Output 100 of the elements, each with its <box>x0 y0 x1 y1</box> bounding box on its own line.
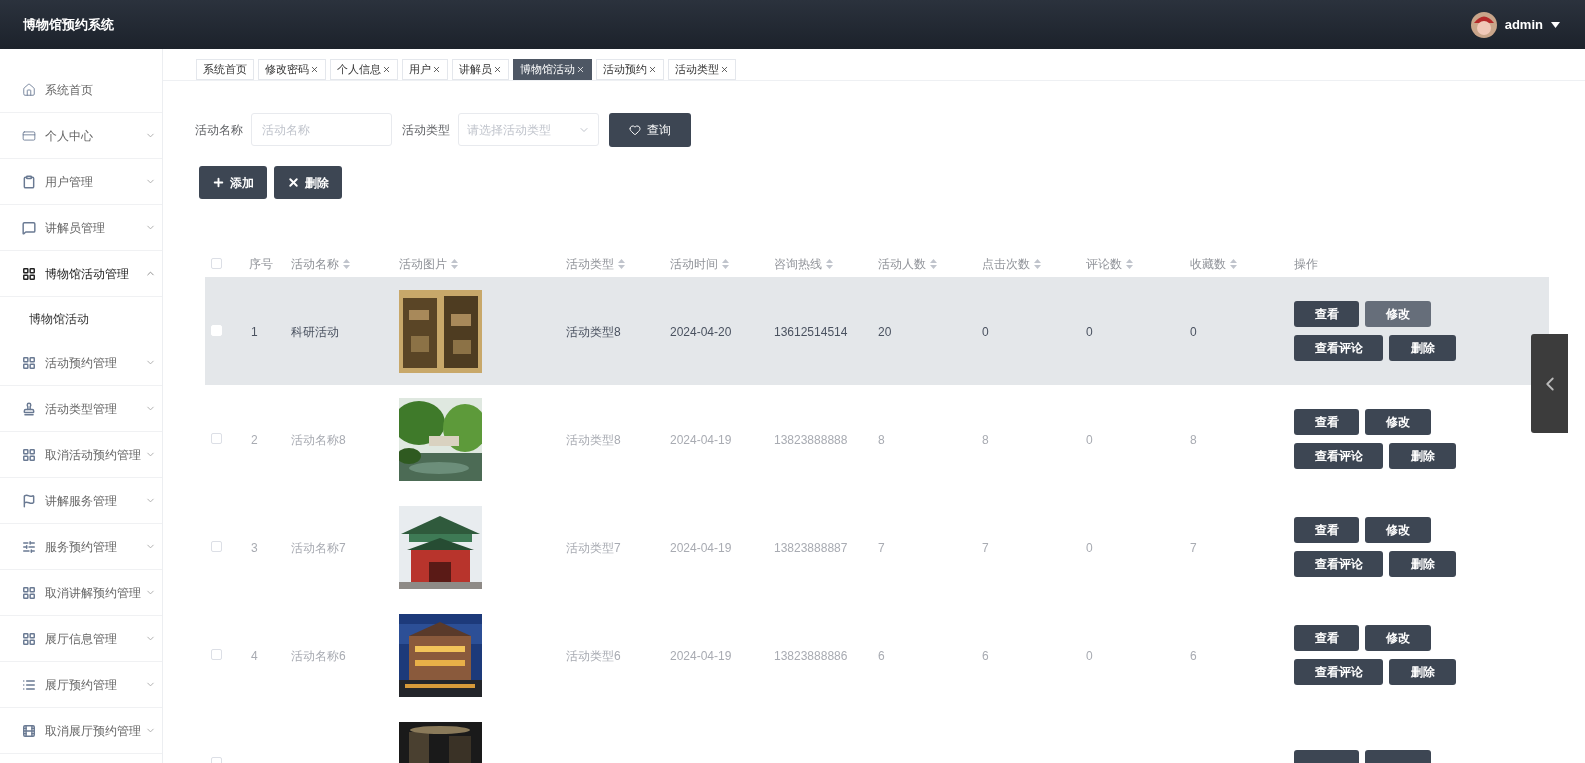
table-cell: 6 <box>982 649 989 663</box>
table-cell: 活动名称7 <box>291 541 346 555</box>
sidebar-item[interactable]: 服务预约管理 <box>0 524 162 570</box>
tab[interactable]: 讲解员 <box>452 59 509 80</box>
table-cell: 13823888887 <box>774 541 848 555</box>
edit-button[interactable]: 修改 <box>1365 301 1431 327</box>
table-cell: 2024-04-20 <box>670 325 732 339</box>
caret-icon[interactable] <box>1551 21 1560 28</box>
sidebar-item[interactable]: 展厅信息管理 <box>0 616 162 662</box>
tab[interactable]: 个人信息 <box>330 59 398 80</box>
table-cell: 0 <box>1086 541 1093 555</box>
sort-icon[interactable] <box>1230 259 1237 269</box>
column-header: 活动时间 <box>670 256 718 273</box>
table-cell: 4 <box>251 649 258 663</box>
table-cell: 活动类型7 <box>566 541 621 555</box>
delete-button[interactable]: 删除 <box>1389 335 1456 361</box>
delete-button[interactable]: 删除 <box>1389 551 1456 577</box>
sort-icon[interactable] <box>618 259 625 269</box>
sidebar-item[interactable]: 展厅预约管理 <box>0 662 162 708</box>
table-cell: 2024-04-19 <box>670 541 732 555</box>
sort-icon[interactable] <box>1126 259 1133 269</box>
sort-icon[interactable] <box>826 259 833 269</box>
view-button[interactable]: 查看评论 <box>1294 335 1383 361</box>
list-icon <box>22 677 36 692</box>
sidebar-item[interactable]: 讲解员管理 <box>0 205 162 251</box>
sidebar-item[interactable]: 博物馆活动管理 <box>0 251 162 297</box>
table-cell: 2024-04-19 <box>670 433 732 447</box>
view-button[interactable]: 查看 <box>1294 409 1359 435</box>
checkbox[interactable] <box>211 433 222 444</box>
table-cell: 7 <box>878 541 885 555</box>
checkbox[interactable] <box>211 541 222 552</box>
view-button[interactable]: 查看评论 <box>1294 443 1383 469</box>
edit-button[interactable]: 修改 <box>1365 517 1431 543</box>
close-icon[interactable] <box>648 65 657 74</box>
sidebar-item[interactable]: 系统首页 <box>0 67 162 113</box>
edit-button[interactable]: 修改 <box>1365 409 1431 435</box>
film-icon <box>22 723 36 738</box>
side-panel-toggle[interactable] <box>1531 334 1568 433</box>
grid-icon <box>22 585 36 600</box>
sidebar-label: 服务预约管理 <box>45 538 117 556</box>
sidebar-item[interactable]: 取消讲解预约管理 <box>0 570 162 616</box>
close-icon[interactable] <box>432 65 441 74</box>
close-icon[interactable] <box>493 65 502 74</box>
checkbox[interactable] <box>211 258 222 269</box>
sidebar-item[interactable]: 活动预约管理 <box>0 340 162 386</box>
delete-button[interactable]: 删除 <box>1389 443 1456 469</box>
tab[interactable]: 博物馆活动 <box>513 59 592 80</box>
sidebar-item[interactable]: 个人中心 <box>0 113 162 159</box>
close-icon[interactable] <box>720 65 729 74</box>
column-header: 活动名称 <box>291 256 339 273</box>
delete-button[interactable]: 删除 <box>1389 659 1456 685</box>
view-button[interactable]: 查看评论 <box>1294 551 1383 577</box>
sidebar-label: 系统首页 <box>45 81 93 99</box>
sidebar-label: 博物馆活动管理 <box>45 265 129 283</box>
clipboard-icon <box>22 174 36 189</box>
tab[interactable]: 用户 <box>402 59 448 80</box>
column-header: 收藏数 <box>1190 256 1226 273</box>
avatar-icon <box>1470 11 1497 38</box>
user-name[interactable]: admin <box>1504 14 1543 35</box>
sort-icon[interactable] <box>722 259 729 269</box>
tab[interactable]: 系统首页 <box>196 59 254 80</box>
sidebar-item[interactable]: 取消展厅预约管理 <box>0 708 162 754</box>
column-header: 活动类型 <box>566 256 614 273</box>
close-icon[interactable] <box>382 65 391 74</box>
submenu-item[interactable]: 博物馆活动 <box>29 309 89 328</box>
checkbox[interactable] <box>211 649 222 660</box>
view-button[interactable]: 查看 <box>1294 517 1359 543</box>
sort-icon[interactable] <box>343 259 350 269</box>
tab[interactable]: 活动预约 <box>596 59 664 80</box>
table-cell: 7 <box>1190 541 1197 555</box>
table-cell: 活动类型6 <box>566 649 621 663</box>
view-button[interactable]: 查看评论 <box>1294 659 1383 685</box>
sidebar-item[interactable]: 讲解服务管理 <box>0 478 162 524</box>
add-button[interactable]: 添加 <box>199 166 267 199</box>
table-cell: 0 <box>1190 325 1197 339</box>
view-button[interactable]: 查看 <box>1294 301 1359 327</box>
edit-button[interactable]: 修改 <box>1365 625 1431 651</box>
sidebar-label: 活动类型管理 <box>45 400 117 418</box>
sidebar-item[interactable]: 用户管理 <box>0 159 162 205</box>
sidebar-label: 活动预约管理 <box>45 354 117 372</box>
view-button[interactable]: 查看 <box>1294 625 1359 651</box>
delete-button[interactable]: 删除 <box>274 166 342 199</box>
sort-icon[interactable] <box>930 259 937 269</box>
sort-icon[interactable] <box>1034 259 1041 269</box>
table-row[interactable]: 1 科研活动 活动类型8 2024-04-20 13612514514 20 0 0 0 查看 修改 查看评论 删除 <box>205 277 1549 385</box>
card-icon <box>22 128 36 143</box>
field-label: 活动名称 <box>195 121 243 139</box>
search-button[interactable]: 查询 <box>609 112 691 147</box>
grid-icon <box>22 447 36 462</box>
close-icon[interactable] <box>310 65 319 74</box>
column-header: 活动图片 <box>399 256 447 273</box>
tab[interactable]: 活动类型 <box>668 59 736 80</box>
table-cell: 活动类型8 <box>566 325 621 339</box>
sidebar-item[interactable]: 取消活动预约管理 <box>0 432 162 478</box>
input-field[interactable]: 活动名称 <box>251 113 392 146</box>
table-cell: 0 <box>982 325 989 339</box>
sidebar-item[interactable]: 活动类型管理 <box>0 386 162 432</box>
tab[interactable]: 修改密码 <box>258 59 326 80</box>
sort-icon[interactable] <box>451 259 458 269</box>
column-header: 咨询热线 <box>774 256 822 273</box>
